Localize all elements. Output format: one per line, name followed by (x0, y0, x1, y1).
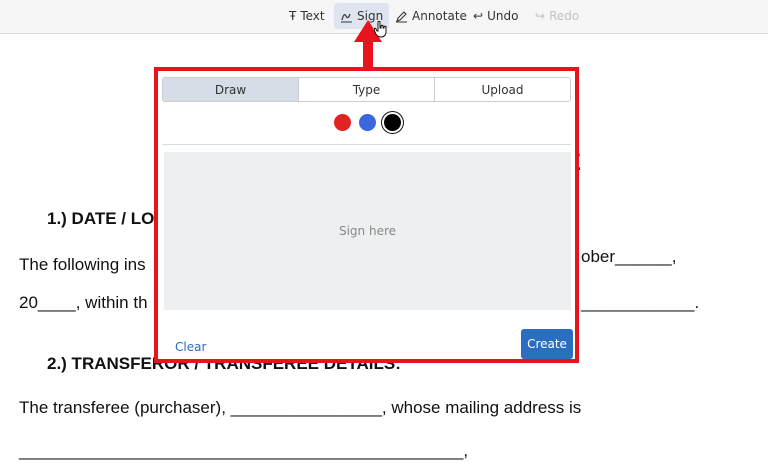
ink-color-picker (334, 114, 401, 131)
color-swatch-blue[interactable] (359, 114, 376, 131)
signature-icon (340, 10, 353, 23)
undo-icon: ↩ (473, 9, 484, 23)
redo-button[interactable]: ↪ Redo (535, 3, 579, 29)
annotate-tool-button[interactable]: Annotate (395, 3, 467, 29)
redo-label: Redo (549, 9, 580, 23)
redo-icon: ↪ (535, 9, 546, 23)
text-tool-label: Text (300, 9, 325, 23)
doc-paragraph-line: 20____, within th (19, 293, 148, 312)
sign-here-placeholder: Sign here (338, 224, 397, 238)
text-icon: Ŧ (289, 9, 297, 23)
signature-canvas[interactable]: Sign here (164, 152, 571, 310)
tab-type[interactable]: Type (298, 78, 434, 101)
doc-paragraph-line: The following ins (19, 255, 146, 274)
annotate-tool-label: Annotate (412, 9, 467, 23)
pen-icon (395, 10, 408, 23)
color-swatch-red[interactable] (334, 114, 351, 131)
doc-paragraph-line: ________________________________________… (19, 441, 469, 460)
hand-cursor-icon (374, 21, 387, 38)
clear-button[interactable]: Clear (175, 340, 206, 354)
undo-button[interactable]: ↩ Undo (473, 3, 518, 29)
doc-paragraph-line: ____________. (581, 293, 700, 312)
undo-label: Undo (487, 9, 519, 23)
create-button[interactable]: Create (521, 329, 573, 359)
tab-draw[interactable]: Draw (163, 78, 298, 101)
doc-paragraph-line: The transferee (purchaser), ____________… (19, 398, 582, 417)
tab-upload[interactable]: Upload (434, 78, 570, 101)
color-swatch-black[interactable] (384, 114, 401, 131)
signature-mode-tabs: Draw Type Upload (162, 77, 571, 102)
doc-paragraph-line: ober______, (581, 247, 677, 266)
signature-dialog: Draw Type Upload Sign here Clear Create (154, 67, 579, 363)
section-heading-date: 1.) DATE / LO (47, 209, 155, 228)
divider (162, 144, 571, 145)
text-tool-button[interactable]: Ŧ Text (289, 3, 325, 29)
